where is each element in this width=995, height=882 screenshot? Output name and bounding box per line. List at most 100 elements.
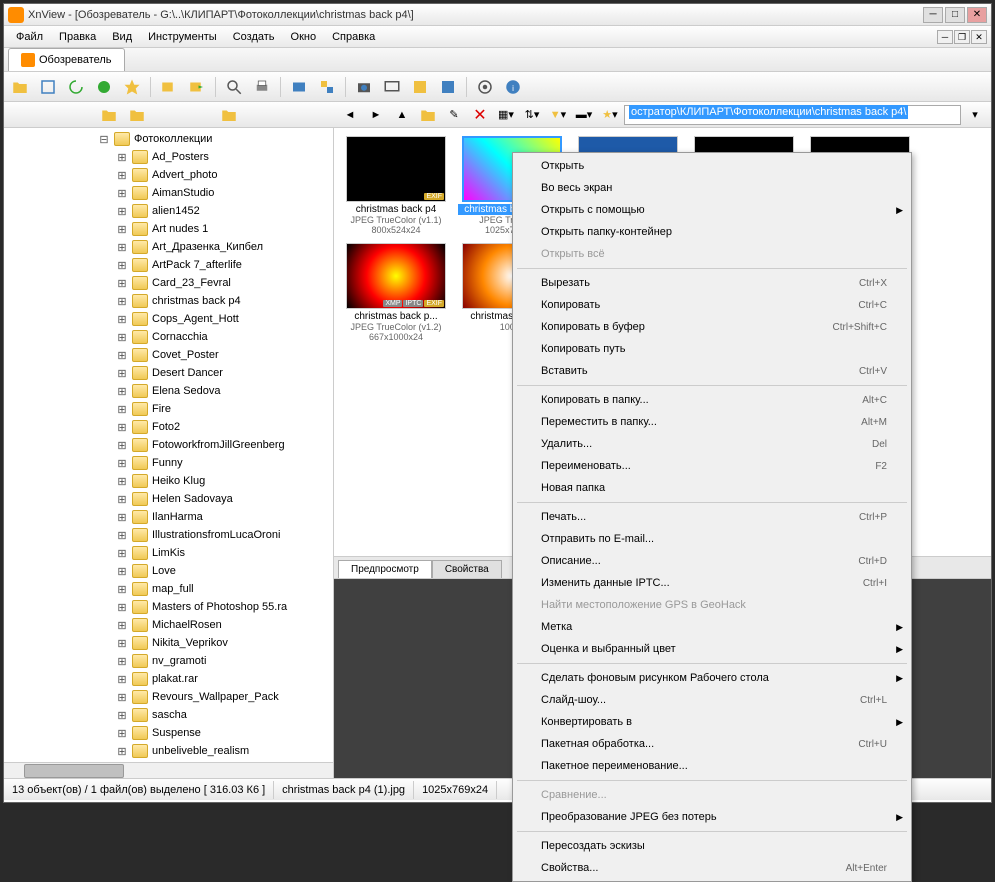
tree-item[interactable]: ⊞Suspense bbox=[6, 724, 331, 742]
info-button[interactable]: i bbox=[501, 75, 525, 99]
forward-button[interactable]: ► bbox=[364, 103, 388, 127]
tree-item[interactable]: ⊞IllustrationsfromLucaOroni bbox=[6, 526, 331, 544]
tree-item[interactable]: ⊞map_full bbox=[6, 580, 331, 598]
tree-item[interactable]: ⊞LimKis bbox=[6, 544, 331, 562]
fullscreen-button[interactable] bbox=[36, 75, 60, 99]
tree-view-1-button[interactable] bbox=[97, 103, 121, 127]
screenshot-button[interactable] bbox=[380, 75, 404, 99]
tree-item[interactable]: ⊞Cops_Agent_Hott bbox=[6, 310, 331, 328]
ctx-печать-[interactable]: Печать...Ctrl+P bbox=[513, 506, 911, 528]
tree-item[interactable]: ⊞Ad_Posters bbox=[6, 148, 331, 166]
tree-item[interactable]: ⊞Love bbox=[6, 562, 331, 580]
ctx-отправить-по-e-mail-[interactable]: Отправить по E-mail... bbox=[513, 528, 911, 550]
tree-view-3-button[interactable] bbox=[217, 103, 241, 127]
tree-item[interactable]: ⊞Funny bbox=[6, 454, 331, 472]
delete-button[interactable]: ✕ bbox=[468, 103, 492, 127]
jpeg-lossless-button[interactable] bbox=[408, 75, 432, 99]
maximize-button[interactable]: □ bbox=[945, 7, 965, 23]
tree-item[interactable]: ⊞Foto2 bbox=[6, 418, 331, 436]
open-button[interactable] bbox=[8, 75, 32, 99]
tree-item[interactable]: ⊞Elena Sedova bbox=[6, 382, 331, 400]
tree-item[interactable]: ⊞christmas back p4 bbox=[6, 292, 331, 310]
new-folder-button[interactable]: ✎ bbox=[442, 103, 466, 127]
ctx-копировать-путь[interactable]: Копировать путь bbox=[513, 338, 911, 360]
tree-item[interactable]: ⊞Fire bbox=[6, 400, 331, 418]
mdi-minimize[interactable]: ─ bbox=[937, 30, 953, 44]
menu-инструменты[interactable]: Инструменты bbox=[140, 28, 225, 46]
thumbnail-item[interactable]: XMPIPTCEXIFchristmas back p...JPEG TrueC… bbox=[342, 243, 450, 342]
tree-item[interactable]: ⊞Nikita_Veprikov bbox=[6, 634, 331, 652]
refresh-button[interactable] bbox=[64, 75, 88, 99]
menu-создать[interactable]: Создать bbox=[225, 28, 283, 46]
menu-правка[interactable]: Правка bbox=[51, 28, 104, 46]
layout-button[interactable]: ▬▾ bbox=[572, 103, 596, 127]
address-dropdown[interactable]: ▾ bbox=[963, 103, 987, 127]
ctx-преобразование-jpeg-без-потерь[interactable]: Преобразование JPEG без потерь▶ bbox=[513, 806, 911, 828]
ctx-сделать-фоновым-рисунком-рабочего-стола[interactable]: Сделать фоновым рисунком Рабочего стола▶ bbox=[513, 667, 911, 689]
tree-item[interactable]: ⊞FotoworkfromJillGreenberg bbox=[6, 436, 331, 454]
ctx-пакетное-переименование-[interactable]: Пакетное переименование... bbox=[513, 755, 911, 777]
ctx-метка[interactable]: Метка▶ bbox=[513, 616, 911, 638]
close-button[interactable]: ✕ bbox=[967, 7, 987, 23]
ctx-во-весь-экран[interactable]: Во весь экран bbox=[513, 177, 911, 199]
ctx-описание-[interactable]: Описание...Ctrl+D bbox=[513, 550, 911, 572]
ctx-открыть-с-помощью[interactable]: Открыть с помощью▶ bbox=[513, 199, 911, 221]
folder-tree[interactable]: ⊟Фотоколлекции⊞Ad_Posters⊞Advert_photo ⊞A… bbox=[4, 128, 334, 778]
tree-view-2-button[interactable] bbox=[125, 103, 149, 127]
tree-item[interactable]: ⊞sascha bbox=[6, 706, 331, 724]
scan-button[interactable] bbox=[287, 75, 311, 99]
ctx-новая-папка[interactable]: Новая папка bbox=[513, 477, 911, 499]
filter-button[interactable]: ▼▾ bbox=[546, 103, 570, 127]
hex-button[interactable] bbox=[436, 75, 460, 99]
minimize-button[interactable]: ─ bbox=[923, 7, 943, 23]
print-button[interactable] bbox=[250, 75, 274, 99]
ctx-вырезать[interactable]: ВырезатьCtrl+X bbox=[513, 272, 911, 294]
tree-item[interactable]: ⊞Helen Sadovaya bbox=[6, 490, 331, 508]
favorite-button[interactable] bbox=[120, 75, 144, 99]
tree-item[interactable]: ⊞Art_Дразенка_Кипбел bbox=[6, 238, 331, 256]
menu-вид[interactable]: Вид bbox=[104, 28, 140, 46]
tree-scrollbar-h[interactable] bbox=[4, 762, 333, 778]
tree-item[interactable]: ⊞Revours_Wallpaper_Pack bbox=[6, 688, 331, 706]
search-button[interactable] bbox=[222, 75, 246, 99]
menu-файл[interactable]: Файл bbox=[8, 28, 51, 46]
sort-button[interactable]: ⇅▾ bbox=[520, 103, 544, 127]
tree-item[interactable]: ⊞ArtPack 7_afterlife bbox=[6, 256, 331, 274]
copy-to-button[interactable] bbox=[157, 75, 181, 99]
tree-item[interactable]: ⊞Art nudes 1 bbox=[6, 220, 331, 238]
tree-root[interactable]: ⊟Фотоколлекции bbox=[6, 130, 331, 148]
up-button[interactable]: ▲ bbox=[390, 103, 414, 127]
address-bar[interactable]: остратор\КЛИПАРТ\Фотоколлекции\christmas… bbox=[624, 105, 961, 125]
ctx-изменить-данные-iptc-[interactable]: Изменить данные IPTC...Ctrl+I bbox=[513, 572, 911, 594]
menu-справка[interactable]: Справка bbox=[324, 28, 383, 46]
ctx-слайд-шоу-[interactable]: Слайд-шоу...Ctrl+L bbox=[513, 689, 911, 711]
tree-item[interactable]: ⊞Masters of Photoshop 55.ra bbox=[6, 598, 331, 616]
tree-item[interactable]: ⊞MichaelRosen bbox=[6, 616, 331, 634]
ctx-пакетная-обработка-[interactable]: Пакетная обработка...Ctrl+U bbox=[513, 733, 911, 755]
tree-item[interactable]: ⊞Covet_Poster bbox=[6, 346, 331, 364]
ctx-переименовать-[interactable]: Переименовать...F2 bbox=[513, 455, 911, 477]
tree-item[interactable]: ⊞Advert_photo bbox=[6, 166, 331, 184]
ctx-удалить-[interactable]: Удалить...Del bbox=[513, 433, 911, 455]
slideshow-button[interactable] bbox=[92, 75, 116, 99]
batch-convert-button[interactable] bbox=[315, 75, 339, 99]
ctx-конвертировать-в[interactable]: Конвертировать в▶ bbox=[513, 711, 911, 733]
mdi-restore[interactable]: ❐ bbox=[954, 30, 970, 44]
ctx-вставить[interactable]: ВставитьCtrl+V bbox=[513, 360, 911, 382]
ctx-открыть[interactable]: Открыть bbox=[513, 155, 911, 177]
tree-item[interactable]: ⊞unbeliveble_realism bbox=[6, 742, 331, 760]
move-to-button[interactable] bbox=[185, 75, 209, 99]
mdi-close[interactable]: ✕ bbox=[971, 30, 987, 44]
tree-item[interactable]: ⊞alien1452 bbox=[6, 202, 331, 220]
ctx-копировать[interactable]: КопироватьCtrl+C bbox=[513, 294, 911, 316]
settings-button[interactable] bbox=[473, 75, 497, 99]
tree-item[interactable]: ⊞Heiko Klug bbox=[6, 472, 331, 490]
folder-button[interactable] bbox=[416, 103, 440, 127]
tree-item[interactable]: ⊞plakat.rar bbox=[6, 670, 331, 688]
ctx-открыть-папку-контейнер[interactable]: Открыть папку-контейнер bbox=[513, 221, 911, 243]
tab-properties[interactable]: Свойства bbox=[432, 560, 502, 578]
tree-item[interactable]: ⊞Cornacchia bbox=[6, 328, 331, 346]
tab-browser[interactable]: Обозреватель bbox=[8, 48, 125, 71]
capture-button[interactable] bbox=[352, 75, 376, 99]
menu-окно[interactable]: Окно bbox=[283, 28, 325, 46]
